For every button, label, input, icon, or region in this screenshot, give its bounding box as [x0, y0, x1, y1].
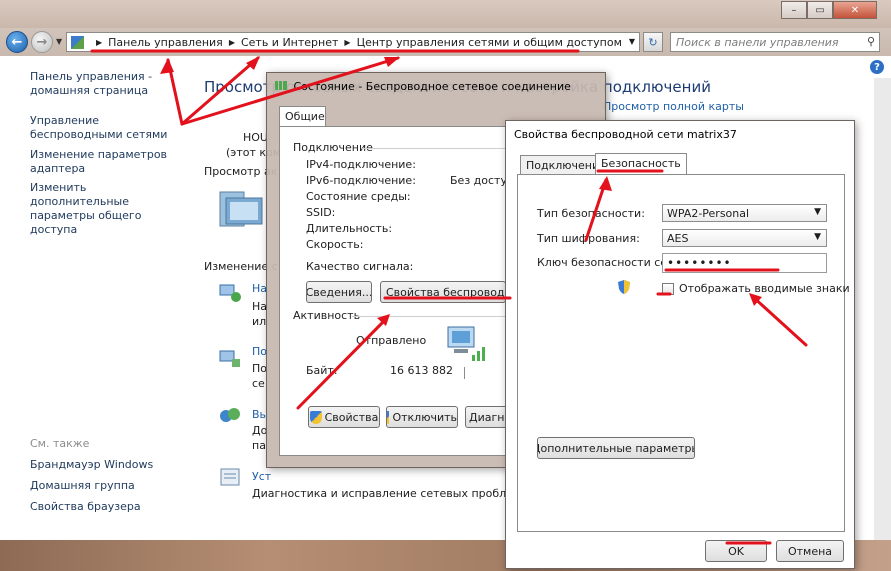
shield-icon [309, 410, 322, 424]
breadcrumb-control-panel[interactable]: Панель управления [108, 36, 223, 49]
advanced-settings-button[interactable]: Дополнительные параметры [537, 437, 695, 459]
connect-network-icon [219, 350, 240, 367]
task-connect-line: се [252, 377, 265, 390]
bytes-sent-value: 16 613 882 [390, 364, 453, 377]
close-button[interactable]: ✕ [833, 1, 877, 19]
group-activity-label: Активность [293, 309, 361, 322]
duration-label: Длительность: [306, 222, 393, 235]
search-input[interactable]: Поиск в панели управления ⚲ [670, 32, 880, 52]
details-button[interactable]: Сведения... [306, 281, 372, 303]
chevron-down-icon: ▼ [814, 232, 821, 242]
chevron-right-icon[interactable]: ▶ [229, 38, 235, 47]
signal-icon [275, 81, 287, 90]
address-dropdown-icon[interactable]: ▼ [629, 37, 635, 46]
sidebar-item-browser-props[interactable]: Свойства браузера [30, 500, 180, 514]
security-key-label: Ключ безопасности сети [537, 256, 681, 269]
homegroup-icon [220, 408, 240, 422]
search-placeholder: Поиск в панели управления [676, 36, 839, 49]
sent-label: Отправлено [356, 334, 427, 347]
ok-button[interactable]: OK [705, 540, 767, 562]
security-dialog-title: Свойства беспроводной сети matrix37 [514, 128, 737, 141]
tab-security[interactable]: Безопасность [595, 153, 687, 175]
wireless-properties-dialog: Свойства беспроводной сети matrix37 Подк… [505, 120, 855, 569]
search-icon[interactable]: ⚲ [867, 35, 875, 48]
task-connect-link[interactable]: По [252, 345, 267, 358]
properties-button[interactable]: Свойства [308, 406, 380, 428]
task-setup-line: На [252, 300, 268, 313]
breadcrumb-network-internet[interactable]: Сеть и Интернет [241, 36, 338, 49]
sidebar-item-sharing-settings[interactable]: Изменить дополнительные параметры общего… [30, 181, 180, 237]
new-connection-icon [219, 284, 241, 302]
speed-label: Скорость: [306, 238, 364, 251]
sidebar-item-home[interactable]: Панель управления - домашняя страница [30, 70, 180, 98]
task-homegroup-line: па [252, 439, 266, 452]
network-computer-icon [447, 326, 485, 361]
cancel-button[interactable]: Отмена [776, 540, 844, 562]
view-full-map-link[interactable]: Просмотр полной карты [603, 100, 744, 113]
refresh-button[interactable]: ↻ [643, 32, 663, 52]
sidebar-item-adapter-settings[interactable]: Изменение параметров адаптера [30, 148, 180, 176]
signal-quality-label: Качество сигнала: [306, 260, 414, 273]
group-connection-label: Подключение [293, 141, 373, 154]
bytes-label: Байт: [306, 364, 338, 377]
sidebar-item-homegroup[interactable]: Домашняя группа [30, 479, 180, 493]
wireless-properties-button[interactable]: Свойства беспроводной се [380, 281, 506, 303]
show-chars-checkbox[interactable] [662, 283, 674, 295]
breadcrumb-network-center[interactable]: Центр управления сетями и общим доступом [357, 36, 622, 49]
task-connect-line: По [252, 362, 268, 375]
security-key-input[interactable]: •••••••• [662, 253, 827, 273]
security-type-select[interactable]: WPA2-Personal ▼ [662, 204, 827, 222]
see-also-heading: См. также [30, 437, 90, 450]
ssid-label: SSID: [306, 206, 336, 219]
encryption-type-select[interactable]: AES ▼ [662, 229, 827, 247]
chevron-down-icon: ▼ [814, 207, 821, 217]
divider [464, 367, 465, 379]
media-state-label: Состояние среды: [306, 190, 411, 203]
uac-shield-icon [618, 280, 630, 294]
sidebar-item-manage-wireless[interactable]: Управление беспроводными сетями [30, 114, 180, 142]
encryption-type-label: Тип шифрования: [537, 232, 640, 245]
back-button[interactable]: ← [6, 31, 28, 53]
chevron-right-icon[interactable]: ▶ [344, 38, 350, 47]
address-bar[interactable]: ▶ Панель управления ▶ Сеть и Интернет ▶ … [66, 32, 640, 52]
maximize-button[interactable]: ▭ [807, 1, 833, 19]
status-dialog-title: Состояние - Беспроводное сетевое соедине… [275, 80, 571, 93]
shield-icon [387, 410, 390, 424]
security-type-label: Тип безопасности: [537, 207, 645, 220]
task-troubleshoot-link[interactable]: Уст [252, 470, 271, 483]
sidebar: Панель управления - домашняя страница Уп… [0, 56, 184, 540]
tab-general[interactable]: Общие [279, 106, 326, 127]
troubleshoot-icon [220, 468, 240, 486]
sidebar-item-firewall[interactable]: Брандмауэр Windows [30, 458, 180, 472]
chevron-right-icon[interactable]: ▶ [96, 38, 102, 47]
vertical-scrollbar[interactable] [874, 78, 891, 540]
control-panel-icon [71, 35, 84, 49]
forward-button[interactable]: → [31, 31, 53, 53]
navigation-bar: ← → ▼ ▶ Панель управления ▶ Сеть и Интер… [0, 28, 891, 56]
security-panel: Тип безопасности: WPA2-Personal ▼ Тип ши… [517, 174, 850, 532]
disable-button[interactable]: Отключить [386, 406, 458, 428]
show-chars-label[interactable]: Отображать вводимые знаки [679, 282, 850, 295]
minimize-button[interactable]: – [781, 1, 807, 19]
ipv4-label: IPv4-подключение: [306, 158, 416, 171]
task-setup-connection-link[interactable]: На [252, 282, 267, 295]
window-titlebar: – ▭ ✕ [0, 0, 891, 28]
computer-icon [219, 191, 263, 227]
task-setup-line: ил [252, 315, 267, 328]
dialog-titlebar: Свойства беспроводной сети matrix37 [506, 121, 854, 154]
ipv6-label: IPv6-подключение: [306, 174, 416, 187]
computer-name: HOU [243, 131, 268, 144]
help-icon[interactable]: ? [870, 60, 884, 74]
recent-pages-dropdown-icon[interactable]: ▼ [56, 37, 62, 46]
